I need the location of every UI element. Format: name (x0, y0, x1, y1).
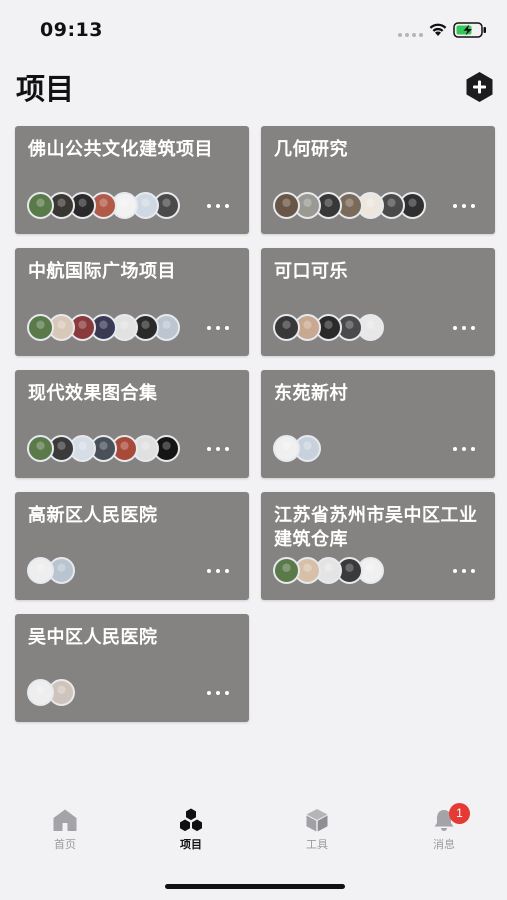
member-avatars (273, 314, 384, 341)
project-title: 东苑新村 (274, 383, 348, 404)
member-avatars (27, 314, 180, 341)
tab-tools[interactable]: 工具 (277, 808, 357, 852)
cellular-signal-icon (398, 33, 423, 37)
tab-projects[interactable]: 项目 (151, 808, 231, 852)
more-options-button[interactable] (207, 566, 229, 576)
member-avatar (27, 435, 54, 462)
project-title: 吴中区人民医院 (28, 627, 158, 648)
more-options-button[interactable] (207, 201, 229, 211)
more-options-button[interactable] (453, 201, 475, 211)
member-avatar (27, 679, 54, 706)
wifi-icon (429, 23, 447, 36)
member-avatar (27, 557, 54, 584)
member-avatars (273, 435, 321, 462)
tab-label: 工具 (306, 838, 328, 851)
member-avatars (27, 679, 75, 706)
tab-home[interactable]: 首页 (25, 808, 105, 852)
status-time: 09:13 (40, 19, 103, 41)
member-avatars (27, 192, 180, 219)
tab-label: 消息 (433, 838, 455, 851)
project-title: 可口可乐 (274, 261, 348, 282)
status-bar: 09:13 (0, 0, 507, 60)
project-card[interactable]: 现代效果图合集 (15, 370, 249, 478)
project-title: 中航国际广场项目 (28, 261, 176, 282)
add-project-button[interactable] (465, 71, 494, 103)
member-avatar (273, 557, 300, 584)
notification-badge: 1 (449, 803, 470, 824)
member-avatars (27, 557, 75, 584)
cube-icon (306, 809, 328, 832)
project-card[interactable]: 可口可乐 (261, 248, 495, 356)
tab-label: 首页 (54, 838, 76, 851)
member-avatar (273, 314, 300, 341)
member-avatars (27, 435, 180, 462)
more-options-button[interactable] (207, 444, 229, 454)
project-card[interactable]: 东苑新村 (261, 370, 495, 478)
member-avatar (273, 192, 300, 219)
project-card[interactable]: 几何研究 (261, 126, 495, 234)
project-title: 几何研究 (274, 139, 348, 160)
page-title: 项目 (16, 72, 75, 106)
home-icon (53, 809, 77, 831)
project-card[interactable]: 吴中区人民医院 (15, 614, 249, 722)
tab-messages[interactable]: 消息 (404, 808, 484, 852)
more-options-button[interactable] (207, 688, 229, 698)
project-card[interactable]: 佛山公共文化建筑项目 (15, 126, 249, 234)
more-options-button[interactable] (453, 444, 475, 454)
tab-label: 项目 (180, 838, 202, 851)
project-card[interactable]: 江苏省苏州市吴中区工业建筑仓库 (261, 492, 495, 600)
project-title: 现代效果图合集 (28, 383, 158, 404)
project-card[interactable]: 高新区人民医院 (15, 492, 249, 600)
member-avatars (273, 192, 426, 219)
project-card[interactable]: 中航国际广场项目 (15, 248, 249, 356)
hexagons-icon (180, 808, 202, 832)
more-options-button[interactable] (453, 323, 475, 333)
more-options-button[interactable] (453, 566, 475, 576)
project-title: 佛山公共文化建筑项目 (28, 139, 213, 160)
more-options-button[interactable] (207, 323, 229, 333)
project-title: 江苏省苏州市吴中区工业建筑仓库 (274, 505, 478, 550)
home-indicator (165, 884, 345, 889)
member-avatars (273, 557, 384, 584)
battery-charging-icon (453, 22, 486, 38)
project-title: 高新区人民医院 (28, 505, 158, 526)
member-avatar (27, 314, 54, 341)
member-avatar (27, 192, 54, 219)
member-avatar (273, 435, 300, 462)
